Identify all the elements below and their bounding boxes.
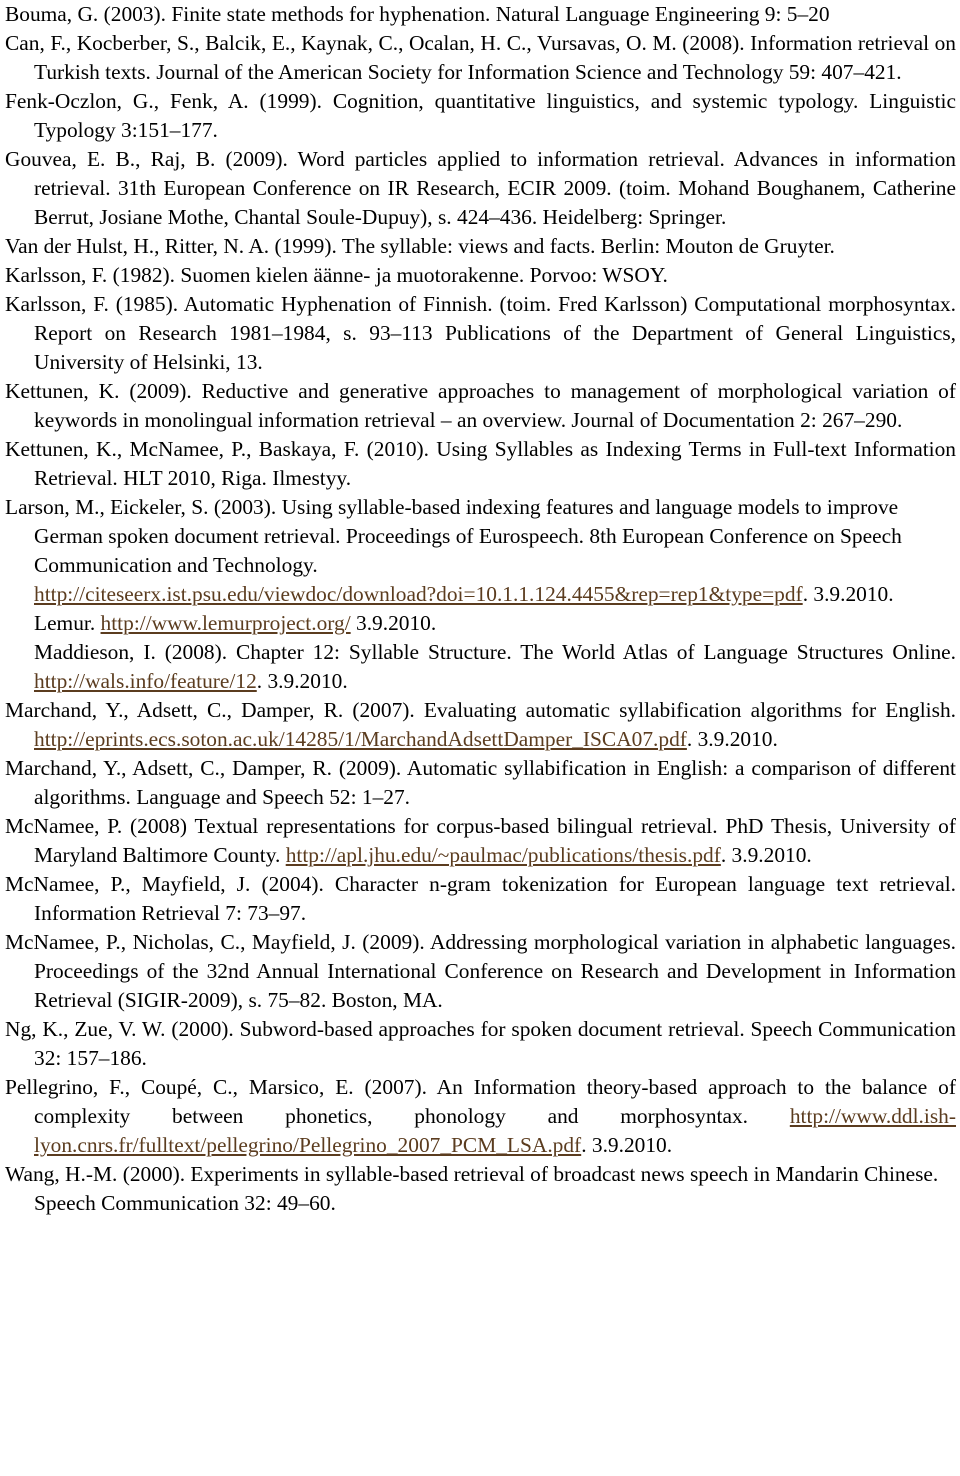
reference-text: Gouvea, E. B., Raj, B. (2009). Word part… bbox=[5, 147, 956, 229]
reference-entry: Marchand, Y., Adsett, C., Damper, R. (20… bbox=[5, 754, 956, 812]
reference-entry: Wang, H.-M. (2000). Experiments in sylla… bbox=[5, 1160, 956, 1218]
reference-text: Ng, K., Zue, V. W. (2000). Subword-based… bbox=[5, 1017, 956, 1070]
reference-entry: Bouma, G. (2003). Finite state methods f… bbox=[5, 0, 956, 29]
reference-access-date: . 3.9.2010. bbox=[686, 727, 778, 751]
reference-entry: Kettunen, K., McNamee, P., Baskaya, F. (… bbox=[5, 435, 956, 493]
reference-entry: Gouvea, E. B., Raj, B. (2009). Word part… bbox=[5, 145, 956, 232]
reference-entry: McNamee, P. (2008) Textual representatio… bbox=[5, 812, 956, 870]
reference-text: Maddieson, I. (2008). Chapter 12: Syllab… bbox=[34, 640, 956, 664]
reference-text: Fenk-Oczlon, G., Fenk, A. (1999). Cognit… bbox=[5, 89, 956, 142]
reference-entry: Fenk-Oczlon, G., Fenk, A. (1999). Cognit… bbox=[5, 87, 956, 145]
reference-text: Lemur. bbox=[34, 611, 101, 635]
reference-entry: Larson, M., Eickeler, S. (2003). Using s… bbox=[5, 493, 956, 609]
reference-access-date: . 3.9.2010. bbox=[802, 582, 894, 606]
reference-access-date: . 3.9.2010. bbox=[256, 669, 348, 693]
reference-text: Wang, H.-M. (2000). Experiments in sylla… bbox=[5, 1162, 939, 1215]
reference-list: Bouma, G. (2003). Finite state methods f… bbox=[5, 0, 956, 1218]
reference-access-date: . 3.9.2010. bbox=[720, 843, 812, 867]
reference-text: Kettunen, K., McNamee, P., Baskaya, F. (… bbox=[5, 437, 956, 490]
reference-entry: Van der Hulst, H., Ritter, N. A. (1999).… bbox=[5, 232, 956, 261]
reference-text: Karlsson, F. (1982). Suomen kielen äänne… bbox=[5, 263, 668, 287]
reference-entry: Karlsson, F. (1985). Automatic Hyphenati… bbox=[5, 290, 956, 377]
reference-entry: Can, F., Kocberber, S., Balcik, E., Kayn… bbox=[5, 29, 956, 87]
reference-text: McNamee, P., Mayfield, J. (2004). Charac… bbox=[5, 872, 956, 925]
reference-access-date: 3.9.2010. bbox=[350, 611, 437, 635]
reference-entry: Lemur. http://www.lemurproject.org/ 3.9.… bbox=[5, 609, 956, 638]
reference-access-date: . 3.9.2010. bbox=[581, 1133, 673, 1157]
reference-text: Can, F., Kocberber, S., Balcik, E., Kayn… bbox=[5, 31, 956, 84]
reference-text: Marchand, Y., Adsett, C., Damper, R. (20… bbox=[5, 756, 956, 809]
reference-entry: Pellegrino, F., Coupé, C., Marsico, E. (… bbox=[5, 1073, 956, 1160]
reference-link[interactable]: http://www.lemurproject.org/ bbox=[101, 611, 351, 635]
reference-link[interactable]: http://citeseerx.ist.psu.edu/viewdoc/dow… bbox=[34, 582, 803, 606]
reference-entry: Karlsson, F. (1982). Suomen kielen äänne… bbox=[5, 261, 956, 290]
reference-text: Kettunen, K. (2009). Reductive and gener… bbox=[5, 379, 956, 432]
reference-entry: Ng, K., Zue, V. W. (2000). Subword-based… bbox=[5, 1015, 956, 1073]
reference-entry: Kettunen, K. (2009). Reductive and gener… bbox=[5, 377, 956, 435]
reference-text: Larson, M., Eickeler, S. (2003). Using s… bbox=[5, 495, 902, 577]
reference-link[interactable]: http://wals.info/feature/12 bbox=[34, 669, 257, 693]
reference-link[interactable]: http://eprints.ecs.soton.ac.uk/14285/1/M… bbox=[34, 727, 687, 751]
reference-text: Marchand, Y., Adsett, C., Damper, R. (20… bbox=[5, 698, 956, 722]
reference-entry: McNamee, P., Mayfield, J. (2004). Charac… bbox=[5, 870, 956, 928]
reference-text: Bouma, G. (2003). Finite state methods f… bbox=[5, 2, 830, 26]
reference-entry: Maddieson, I. (2008). Chapter 12: Syllab… bbox=[5, 638, 956, 696]
reference-text: Karlsson, F. (1985). Automatic Hyphenati… bbox=[5, 292, 956, 374]
reference-text: McNamee, P., Nicholas, C., Mayfield, J. … bbox=[5, 930, 956, 1012]
reference-text: Van der Hulst, H., Ritter, N. A. (1999).… bbox=[5, 234, 835, 258]
reference-link[interactable]: http://apl.jhu.edu/~paulmac/publications… bbox=[286, 843, 721, 867]
reference-entry: McNamee, P., Nicholas, C., Mayfield, J. … bbox=[5, 928, 956, 1015]
reference-entry: Marchand, Y., Adsett, C., Damper, R. (20… bbox=[5, 696, 956, 754]
